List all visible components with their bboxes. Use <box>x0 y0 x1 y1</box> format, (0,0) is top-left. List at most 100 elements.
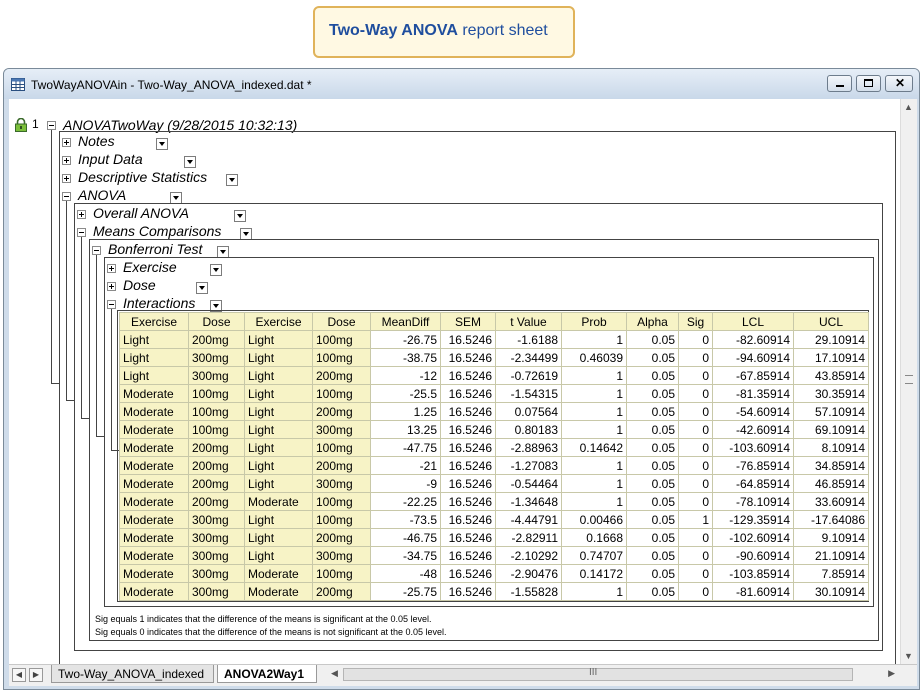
table-cell[interactable]: 1 <box>561 492 627 511</box>
table-cell[interactable]: Light <box>244 528 313 547</box>
table-cell[interactable]: 21.10914 <box>793 546 869 565</box>
table-cell[interactable]: -9 <box>370 474 441 493</box>
table-cell[interactable]: 0.05 <box>626 474 679 493</box>
table-cell[interactable]: -38.75 <box>370 348 441 367</box>
table-cell[interactable]: 16.5246 <box>440 438 496 457</box>
table-cell[interactable]: 0.00466 <box>561 510 627 529</box>
table-cell[interactable]: -81.60914 <box>712 582 794 601</box>
table-cell[interactable]: -81.35914 <box>712 384 794 403</box>
table-cell[interactable]: Moderate <box>119 438 189 457</box>
table-cell[interactable]: Moderate <box>119 582 189 601</box>
table-cell[interactable]: -2.10292 <box>495 546 562 565</box>
table-cell[interactable]: 1 <box>678 510 713 529</box>
notes-expand-toggle[interactable] <box>62 138 71 147</box>
table-cell[interactable]: 100mg <box>312 330 371 349</box>
column-header[interactable]: LCL <box>712 312 794 331</box>
table-cell[interactable]: 300mg <box>312 474 371 493</box>
table-cell[interactable]: 13.25 <box>370 420 441 439</box>
table-cell[interactable]: Light <box>119 330 189 349</box>
scroll-up-icon[interactable]: ▲ <box>904 102 913 112</box>
descriptive-statistics-dropdown[interactable] <box>226 174 238 186</box>
table-cell[interactable]: 100mg <box>188 420 245 439</box>
table-cell[interactable]: 29.10914 <box>793 330 869 349</box>
table-cell[interactable]: -67.85914 <box>712 366 794 385</box>
table-cell[interactable]: 0.05 <box>626 366 679 385</box>
table-cell[interactable]: 0.05 <box>626 384 679 403</box>
table-cell[interactable]: Moderate <box>119 402 189 421</box>
table-cell[interactable]: -54.60914 <box>712 402 794 421</box>
table-cell[interactable]: Light <box>244 366 313 385</box>
table-cell[interactable]: 0.05 <box>626 348 679 367</box>
table-cell[interactable]: 0 <box>678 564 713 583</box>
table-cell[interactable]: -1.54315 <box>495 384 562 403</box>
table-cell[interactable]: 100mg <box>188 384 245 403</box>
table-cell[interactable]: 200mg <box>188 474 245 493</box>
overall-anova-dropdown[interactable] <box>234 210 246 222</box>
table-cell[interactable]: -64.85914 <box>712 474 794 493</box>
table-cell[interactable]: 0 <box>678 348 713 367</box>
table-cell[interactable]: 0.80183 <box>495 420 562 439</box>
table-cell[interactable]: Moderate <box>244 564 313 583</box>
table-cell[interactable]: 100mg <box>312 438 371 457</box>
table-cell[interactable]: 300mg <box>188 366 245 385</box>
table-cell[interactable]: 0.05 <box>626 564 679 583</box>
table-cell[interactable]: -47.75 <box>370 438 441 457</box>
table-cell[interactable]: 16.5246 <box>440 456 496 475</box>
table-cell[interactable]: 100mg <box>312 348 371 367</box>
column-header[interactable]: MeanDiff <box>370 312 441 331</box>
table-cell[interactable]: 16.5246 <box>440 492 496 511</box>
table-cell[interactable]: Light <box>119 366 189 385</box>
table-cell[interactable]: Light <box>244 420 313 439</box>
column-header[interactable]: Dose <box>312 312 371 331</box>
table-cell[interactable]: 16.5246 <box>440 474 496 493</box>
table-cell[interactable]: 0 <box>678 330 713 349</box>
exercise-dropdown[interactable] <box>210 264 222 276</box>
table-cell[interactable]: -1.55828 <box>495 582 562 601</box>
table-cell[interactable]: -2.34499 <box>495 348 562 367</box>
table-cell[interactable]: 1 <box>561 456 627 475</box>
tab-anova2way1[interactable]: ANOVA2Way1 <box>217 665 317 683</box>
table-cell[interactable]: 1 <box>561 420 627 439</box>
table-cell[interactable]: Moderate <box>119 474 189 493</box>
table-cell[interactable]: Light <box>244 348 313 367</box>
column-header[interactable]: Exercise <box>244 312 313 331</box>
table-cell[interactable]: 300mg <box>312 546 371 565</box>
table-cell[interactable]: -4.44791 <box>495 510 562 529</box>
table-cell[interactable]: 0 <box>678 456 713 475</box>
table-cell[interactable]: 16.5246 <box>440 582 496 601</box>
table-cell[interactable]: Moderate <box>244 492 313 511</box>
exercise-expand-toggle[interactable] <box>107 264 116 273</box>
table-cell[interactable]: 300mg <box>188 546 245 565</box>
table-cell[interactable]: 100mg <box>188 402 245 421</box>
interactions-collapse-toggle[interactable] <box>107 300 116 309</box>
table-cell[interactable]: 8.10914 <box>793 438 869 457</box>
table-cell[interactable]: 0.05 <box>626 438 679 457</box>
table-cell[interactable]: 0 <box>678 366 713 385</box>
column-header[interactable]: Alpha <box>626 312 679 331</box>
table-cell[interactable]: 16.5246 <box>440 546 496 565</box>
table-cell[interactable]: 100mg <box>312 492 371 511</box>
table-cell[interactable]: -129.35914 <box>712 510 794 529</box>
table-cell[interactable]: -82.60914 <box>712 330 794 349</box>
table-cell[interactable]: 0.1668 <box>561 528 627 547</box>
scroll-right-icon[interactable]: ▶ <box>888 668 895 679</box>
table-cell[interactable]: 0 <box>678 546 713 565</box>
bonferroni-test-collapse-toggle[interactable] <box>92 246 101 255</box>
dose-expand-toggle[interactable] <box>107 282 116 291</box>
table-cell[interactable]: 200mg <box>188 492 245 511</box>
table-cell[interactable]: 200mg <box>312 456 371 475</box>
next-sheet-icon[interactable]: ▶ <box>29 668 43 682</box>
column-header[interactable]: Sig <box>678 312 713 331</box>
table-cell[interactable]: -46.75 <box>370 528 441 547</box>
table-cell[interactable]: 0 <box>678 438 713 457</box>
table-cell[interactable]: -42.60914 <box>712 420 794 439</box>
table-cell[interactable]: -12 <box>370 366 441 385</box>
table-cell[interactable]: -22.25 <box>370 492 441 511</box>
tab-two-way-anova-indexed[interactable]: Two-Way_ANOVA_indexed <box>51 665 214 683</box>
table-cell[interactable]: 1 <box>561 474 627 493</box>
table-cell[interactable]: 0.14642 <box>561 438 627 457</box>
table-cell[interactable]: -2.90476 <box>495 564 562 583</box>
table-cell[interactable]: -26.75 <box>370 330 441 349</box>
table-cell[interactable]: 0 <box>678 582 713 601</box>
table-cell[interactable]: 0 <box>678 402 713 421</box>
